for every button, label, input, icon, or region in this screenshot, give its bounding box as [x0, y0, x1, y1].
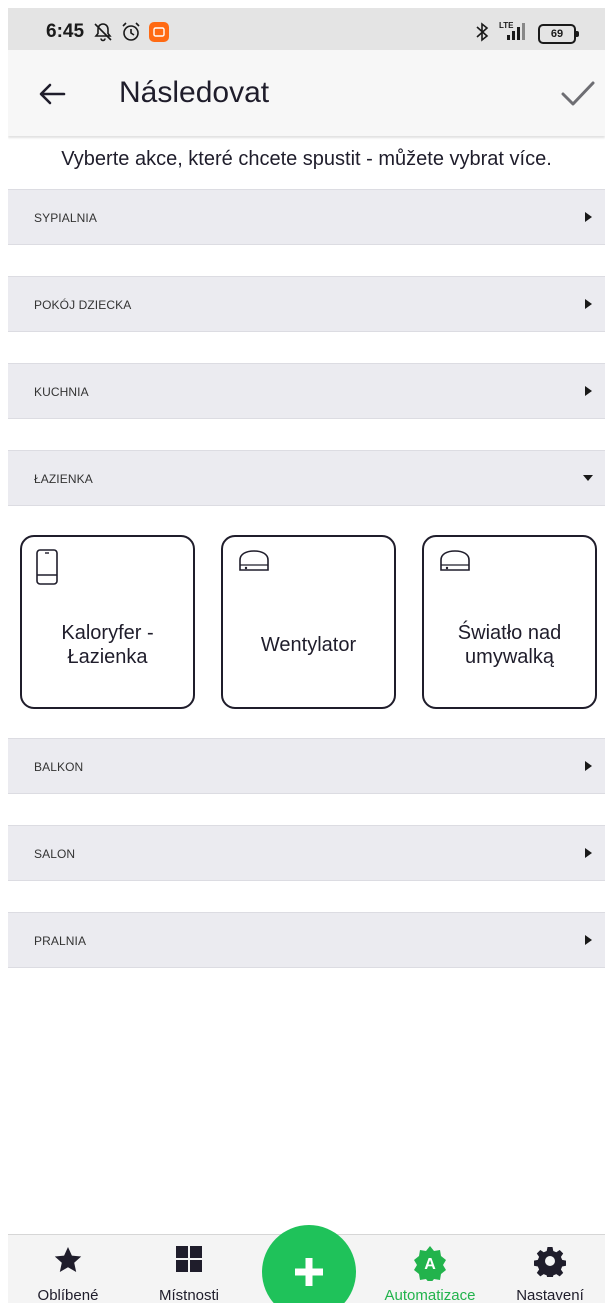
grid-icon	[176, 1246, 202, 1272]
radiator-icon	[36, 549, 58, 585]
device-card-wentylator[interactable]: Wentylator	[221, 535, 396, 709]
room-label: SALON	[34, 847, 76, 861]
nav-label: Oblíbené	[37, 1287, 99, 1303]
automation-badge-icon: A	[414, 1246, 446, 1281]
instruction-text: Vyberte akce, které chcete spustit - můž…	[61, 148, 552, 170]
room-label: PRALNIA	[34, 934, 87, 948]
relay-module-icon	[239, 550, 269, 571]
chevron-right-icon	[585, 212, 592, 222]
chevron-right-icon	[585, 935, 592, 945]
bluetooth-icon	[474, 22, 490, 47]
device-card-kaloryfer[interactable]: Kaloryfer - Łazienka	[20, 535, 195, 709]
nav-label: Nastavení	[516, 1287, 584, 1303]
page-title: Následovat	[119, 76, 270, 109]
room-section-pralnia[interactable]: PRALNIA	[8, 912, 605, 968]
room-section-pokoj-dziecka[interactable]: POKÓJ DZIECKA	[8, 276, 605, 332]
chevron-right-icon	[585, 299, 592, 309]
nav-item-settings[interactable]: Nastavení	[495, 1235, 605, 1303]
room-section-kuchnia[interactable]: KUCHNIA	[8, 363, 605, 419]
device-label: Kaloryfer - Łazienka	[61, 622, 154, 668]
back-button[interactable]	[32, 74, 72, 114]
status-time: 6:45	[46, 21, 85, 42]
signal-icon: LTE	[499, 20, 531, 47]
device-label: Wentylator	[260, 634, 357, 656]
relay-module-icon	[440, 550, 470, 571]
svg-text:LTE: LTE	[499, 21, 514, 30]
gear-icon	[534, 1247, 566, 1277]
mi-app-icon	[149, 22, 169, 47]
room-section-lazienka[interactable]: ŁAZIENKA	[8, 450, 605, 506]
room-label: POKÓJ DZIECKA	[34, 298, 132, 312]
chevron-down-icon	[583, 475, 593, 481]
nav-item-favorites[interactable]: Oblíbené	[13, 1235, 123, 1303]
arrow-back-icon	[39, 83, 66, 105]
check-icon	[561, 81, 595, 106]
confirm-button[interactable]	[556, 72, 600, 116]
chevron-right-icon	[585, 386, 592, 396]
notifications-off-icon	[92, 21, 114, 48]
room-label: ŁAZIENKA	[34, 472, 93, 486]
room-label: SYPIALNIA	[34, 211, 97, 225]
room-label: BALKON	[34, 760, 84, 774]
nav-label: Místnosti	[158, 1287, 219, 1303]
plus-icon	[295, 1258, 323, 1286]
chevron-right-icon	[585, 848, 592, 858]
room-label: KUCHNIA	[34, 385, 89, 399]
app-bar: Následovat	[8, 50, 605, 136]
app-screen: 6:45 LTE 69 Následovat Vyberte akce, kte…	[8, 8, 605, 1303]
device-card-swiatlo[interactable]: Światło nad umywalką	[422, 535, 597, 709]
nav-item-rooms[interactable]: Místnosti	[134, 1235, 244, 1303]
alarm-icon	[120, 21, 142, 48]
chevron-right-icon	[585, 761, 592, 771]
room-section-sypialnia[interactable]: SYPIALNIA	[8, 189, 605, 245]
device-label: Światło nad umywalką	[457, 622, 562, 668]
star-icon	[54, 1247, 82, 1272]
svg-text:A: A	[424, 1256, 436, 1273]
nav-label: Automatizace	[384, 1287, 476, 1303]
room-section-salon[interactable]: SALON	[8, 825, 605, 881]
room-section-balkon[interactable]: BALKON	[8, 738, 605, 794]
status-bar: 6:45 LTE 69	[8, 8, 605, 50]
battery-indicator: 69	[538, 24, 579, 44]
nav-item-automation[interactable]: A Automatizace	[375, 1235, 485, 1303]
